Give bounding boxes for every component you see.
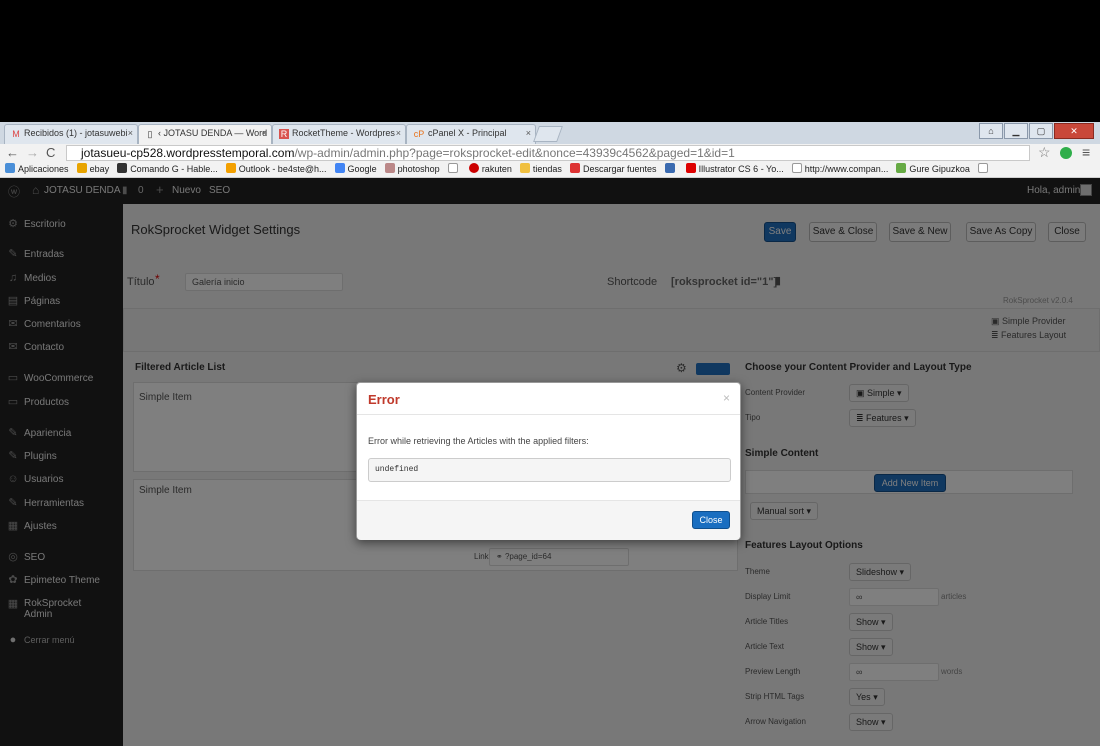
- bookmark-item[interactable]: Outlook - be4ste@h...: [225, 162, 326, 177]
- tab-label: ‹ JOTASU DENDA — Word: [158, 128, 268, 138]
- bookmark-item[interactable]: Aplicaciones: [5, 162, 69, 177]
- close-icon[interactable]: ×: [396, 128, 401, 138]
- bookmark-item[interactable]: [664, 162, 678, 177]
- tab-label: Recibidos (1) - jotasuwebi: [24, 128, 128, 138]
- error-message: Error while retrieving the Articles with…: [368, 436, 589, 446]
- dialog-footer: Close: [357, 500, 740, 540]
- minimize-button[interactable]: ▁: [1004, 123, 1028, 139]
- hr-icon: [117, 163, 128, 173]
- back-icon[interactable]: ←: [6, 145, 19, 160]
- gmail-icon: M: [12, 129, 20, 139]
- dialog-header: Error ×: [357, 383, 740, 415]
- user-icon[interactable]: ⌂: [979, 123, 1003, 139]
- dialog-close-button[interactable]: Close: [692, 511, 730, 529]
- bookmark-item[interactable]: Comando G - Hable...: [117, 162, 218, 177]
- page-icon: [447, 163, 458, 173]
- browser-tab[interactable]: R RocketTheme - Wordpres ×: [272, 124, 406, 144]
- folder-icon: [519, 163, 530, 173]
- doc-icon: [664, 163, 675, 173]
- window-controls: ⌂ ▁ ▢ ✕: [979, 123, 1094, 141]
- error-dialog: Error × Error while retrieving the Artic…: [356, 382, 741, 540]
- black-margin: [0, 0, 1100, 122]
- bookmark-item[interactable]: Gure Gipuzkoa: [896, 162, 970, 177]
- bookmark-item[interactable]: tiendas: [519, 162, 562, 177]
- new-tab-button[interactable]: [533, 126, 563, 142]
- bookmark-item[interactable]: photoshop: [384, 162, 440, 177]
- outlook-icon: [225, 163, 236, 173]
- browser-tab[interactable]: cP cPanel X - Principal ×: [406, 124, 536, 144]
- window-close-button[interactable]: ✕: [1054, 123, 1094, 139]
- page-icon: ▯: [147, 129, 153, 139]
- bookmark-item[interactable]: [977, 162, 991, 177]
- dialog-title: Error: [368, 392, 400, 407]
- apps-icon: [5, 163, 15, 173]
- tab-label: cPanel X - Principal: [428, 128, 507, 138]
- reload-icon[interactable]: C: [46, 145, 55, 160]
- page-icon: [977, 163, 988, 173]
- bookmark-item[interactable]: Descargar fuentes: [570, 162, 657, 177]
- bookmark-item[interactable]: rakuten: [468, 162, 512, 177]
- bookmark-item[interactable]: ebay: [76, 162, 109, 177]
- screen: M Recibidos (1) - jotasuwebi × ▯ ‹ JOTASU D…: [0, 0, 1100, 746]
- address-bar-row: ← → C jotasueu-cp528.wordpresstemporal.c…: [0, 144, 1100, 162]
- menu-icon[interactable]: ≡: [1082, 144, 1090, 160]
- rockettheme-icon: R: [279, 129, 289, 139]
- url-path: /wp-admin/admin.php?page=roksprocket-edi…: [294, 146, 735, 160]
- close-icon[interactable]: ×: [128, 128, 133, 138]
- forward-icon[interactable]: →: [26, 145, 39, 160]
- url-host: jotasueu-cp528.wordpresstemporal.com: [81, 146, 295, 160]
- gipuzkoa-icon: [896, 163, 907, 173]
- url-input[interactable]: jotasueu-cp528.wordpresstemporal.com/wp-…: [66, 145, 1030, 161]
- browser-tabstrip: M Recibidos (1) - jotasuwebi × ▯ ‹ JOTASU D…: [0, 122, 1100, 144]
- browser-tab-active[interactable]: ▯ ‹ JOTASU DENDA — Word ×: [138, 124, 272, 144]
- font-icon: [570, 163, 580, 173]
- bookmarks-bar: Aplicaciones ebay Comando G - Hable... O…: [0, 162, 1100, 178]
- close-icon[interactable]: ×: [262, 128, 267, 138]
- google-icon: [334, 163, 345, 173]
- error-code: undefined: [368, 458, 731, 482]
- close-icon[interactable]: ×: [526, 128, 531, 138]
- extension-icon[interactable]: [1060, 147, 1072, 159]
- youtube-icon: [685, 163, 696, 173]
- browser-tab[interactable]: M Recibidos (1) - jotasuwebi ×: [4, 124, 138, 144]
- ebay-icon: [76, 163, 87, 173]
- maximize-button[interactable]: ▢: [1029, 123, 1053, 139]
- bookmark-item[interactable]: Illustrator CS 6 - Yo...: [685, 162, 784, 177]
- rakuten-icon: [468, 163, 479, 173]
- page-icon: [791, 163, 802, 173]
- bookmark-item[interactable]: http://www.compan...: [791, 162, 888, 177]
- bookmark-item[interactable]: Google: [334, 162, 377, 177]
- photoshop-icon: [384, 163, 395, 173]
- cpanel-icon: cP: [413, 129, 425, 139]
- bookmark-item[interactable]: [447, 162, 461, 177]
- close-icon[interactable]: ×: [723, 391, 730, 405]
- bookmark-star-icon[interactable]: ☆: [1038, 144, 1051, 161]
- tab-label: RocketTheme - Wordpres: [292, 128, 395, 138]
